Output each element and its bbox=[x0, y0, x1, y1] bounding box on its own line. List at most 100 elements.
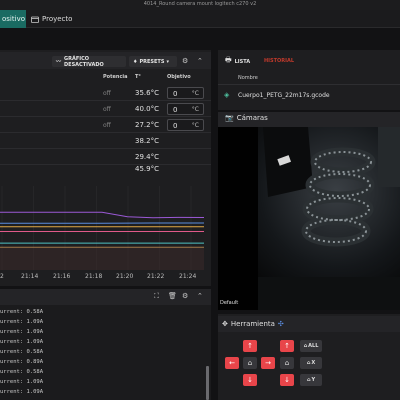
temp-value: 27.2°C bbox=[135, 121, 159, 129]
target-unit: °C bbox=[191, 90, 199, 97]
job-file-name[interactable]: Cuerpo1_PETG_22m17s.gcode bbox=[238, 92, 330, 99]
x-tick-label: 21:14 bbox=[21, 273, 39, 280]
move-z-down-button[interactable]: ↓ bbox=[280, 374, 294, 386]
tab-label: ositivo bbox=[2, 15, 25, 23]
target-input[interactable]: 0 °C bbox=[167, 87, 204, 99]
console-line: urrent: 1.09A bbox=[0, 379, 44, 385]
target-value: 0 bbox=[173, 122, 178, 130]
camera-feed[interactable] bbox=[218, 127, 400, 310]
temp-value: 38.2°C bbox=[135, 137, 159, 145]
temp-value: 35.6°C bbox=[135, 89, 159, 97]
move-x-plus-button[interactable]: → bbox=[261, 357, 275, 369]
x-tick-label: 21:20 bbox=[116, 273, 134, 280]
gear-icon[interactable]: ⚙ bbox=[182, 58, 188, 65]
gear-icon[interactable]: ⚙ bbox=[182, 293, 188, 300]
chevron-down-icon: ▾ bbox=[166, 58, 169, 65]
home-y-label: Y bbox=[311, 377, 316, 383]
camera-name-label: Default bbox=[220, 300, 239, 306]
target-input[interactable]: 0 °C bbox=[167, 103, 204, 115]
fire-icon: ♦ bbox=[133, 58, 138, 65]
power-value: off bbox=[103, 106, 111, 113]
chevron-up-icon[interactable]: ⌃ bbox=[197, 58, 203, 65]
console-line: urrent: 1.09A bbox=[0, 389, 44, 395]
target-unit: °C bbox=[191, 106, 199, 113]
x-tick-label: 21:18 bbox=[85, 273, 103, 280]
temp-value: 29.4°C bbox=[135, 153, 159, 161]
crosshair-icon: ✥ bbox=[222, 320, 228, 328]
printer-icon: 🖶 bbox=[225, 56, 232, 64]
x-tick-label: 21:24 bbox=[179, 273, 197, 280]
column-temp: T° bbox=[135, 74, 141, 80]
home-xy-button[interactable]: ⌂ bbox=[243, 357, 257, 369]
home-all-button[interactable]: ⌂ ALL bbox=[300, 340, 322, 352]
console-line: urrent: 1.09A bbox=[0, 339, 44, 345]
presets-button[interactable]: ♦ PRESETS ▾ bbox=[129, 56, 177, 67]
home-all-label: ALL bbox=[308, 343, 319, 349]
temp-row: off 27.2°C 0 °C bbox=[0, 117, 211, 133]
target-unit: °C bbox=[191, 122, 199, 129]
console-line: urrent: 0.58A bbox=[0, 309, 44, 315]
move-z-up-button[interactable]: ↑ bbox=[280, 340, 294, 352]
temp-row: off 40.0°C 0 °C bbox=[0, 101, 211, 117]
console-line: urrent: 0.89A bbox=[0, 359, 44, 365]
temp-row: 29.4°C bbox=[0, 149, 211, 165]
console-scrollbar[interactable] bbox=[206, 366, 209, 400]
console-header bbox=[0, 289, 211, 305]
power-value: off bbox=[103, 122, 111, 129]
move-y-minus-button[interactable]: ↓ bbox=[243, 374, 257, 386]
target-input[interactable]: 0 °C bbox=[167, 119, 204, 131]
folder-icon bbox=[31, 16, 39, 23]
home-x-button[interactable]: ⌂ X bbox=[300, 357, 322, 369]
series-line bbox=[0, 211, 205, 219]
trash-icon[interactable]: 🗑 bbox=[168, 293, 177, 300]
console-line: urrent: 1.09A bbox=[0, 329, 44, 335]
window-title: 4014_Round camera mount logitech c270 v2 bbox=[143, 1, 257, 7]
jobs-title[interactable]: LISTA bbox=[235, 59, 251, 65]
temperature-chart-plot bbox=[0, 186, 205, 270]
history-tab[interactable]: HISTORIAL bbox=[264, 58, 294, 64]
presets-button-label: PRESETS bbox=[139, 58, 165, 65]
fullscreen-icon[interactable]: ⛶ bbox=[154, 293, 159, 300]
home-icon: ⌂ bbox=[306, 377, 311, 383]
window-title-bar: 4014_Round camera mount logitech c270 v2 bbox=[0, 0, 400, 10]
camera-icon: 📷 bbox=[225, 114, 234, 122]
temp-row: 38.2°C bbox=[0, 133, 211, 149]
home-icon: ⌂ bbox=[306, 360, 311, 366]
file-icon: ◈ bbox=[224, 91, 230, 99]
x-tick-label: 21:16 bbox=[53, 273, 71, 280]
move-x-minus-button[interactable]: ← bbox=[225, 357, 239, 369]
camera-image bbox=[218, 127, 400, 310]
graph-toggle-button[interactable]: 〰 GRÁFICO DESACTIVADO bbox=[52, 55, 126, 68]
tab-label: Proyecto bbox=[42, 15, 73, 23]
chevron-up-icon[interactable]: ⌃ bbox=[197, 293, 203, 300]
target-value: 0 bbox=[173, 90, 178, 98]
toolhead-title-wrap: ✥ Herramienta ✣ bbox=[222, 320, 284, 328]
column-name: Nombre bbox=[238, 75, 258, 81]
column-target: Objetivo bbox=[167, 74, 191, 80]
tab-dispositivo[interactable]: ositivo bbox=[0, 10, 26, 28]
divider bbox=[218, 84, 400, 85]
jobs-header: 🖶 LISTA bbox=[225, 56, 250, 67]
cameras-title: Cámaras bbox=[236, 114, 268, 122]
toolhead-title: Herramienta bbox=[230, 320, 275, 328]
temp-row: off 35.6°C 0 °C bbox=[0, 85, 211, 101]
move-icon: ✣ bbox=[277, 320, 284, 328]
power-value: off bbox=[103, 90, 111, 97]
x-tick-label: 21:22 bbox=[147, 273, 165, 280]
console-line: urrent: 0.58A bbox=[0, 349, 44, 355]
series-area bbox=[0, 247, 204, 270]
graph-button-label: GRÁFICO DESACTIVADO bbox=[64, 55, 104, 68]
home-icon: ⌂ bbox=[303, 343, 308, 349]
temp-value: 45.9°C bbox=[135, 165, 159, 173]
console-line: urrent: 0.58A bbox=[0, 369, 44, 375]
move-y-plus-button[interactable]: ↑ bbox=[243, 340, 257, 352]
home-x-label: X bbox=[311, 360, 316, 366]
home-y-button[interactable]: ⌂ Y bbox=[300, 374, 322, 386]
console-line: urrent: 1.09A bbox=[0, 319, 44, 325]
chart-line-icon: 〰 bbox=[56, 59, 62, 65]
home-z-button[interactable]: ⌂ bbox=[280, 357, 294, 369]
column-power: Potencia bbox=[103, 74, 128, 80]
tab-proyecto[interactable]: Proyecto bbox=[31, 14, 72, 24]
temp-value: 40.0°C bbox=[135, 105, 159, 113]
x-tick-label: 2 bbox=[0, 273, 4, 280]
